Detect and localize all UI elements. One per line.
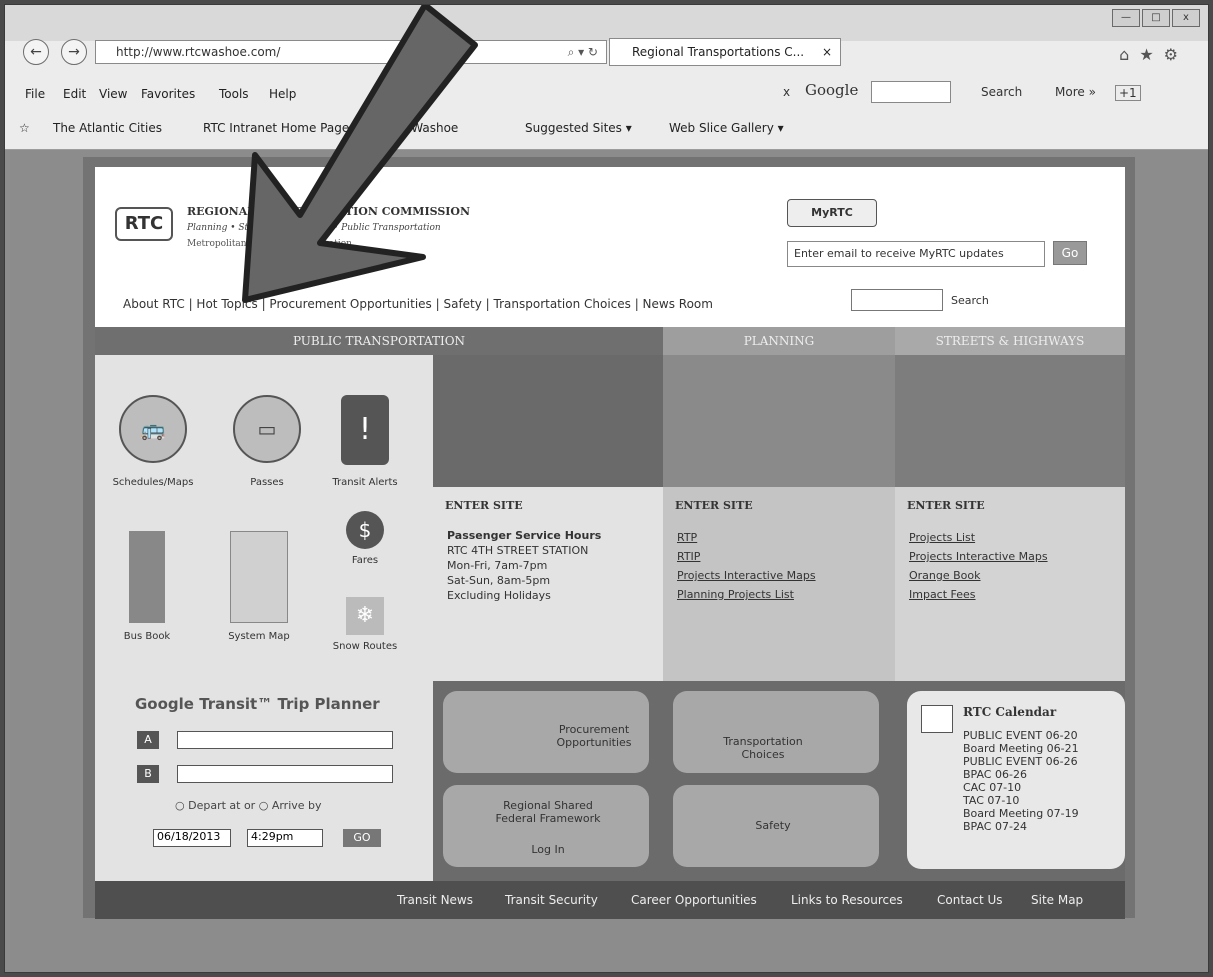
browser-window: — □ x ← → http://www.rtcwashoe.com/ ⌕ ▾ … [4,4,1209,973]
arrow-shape [242,5,478,303]
annotation-arrow [242,5,478,303]
